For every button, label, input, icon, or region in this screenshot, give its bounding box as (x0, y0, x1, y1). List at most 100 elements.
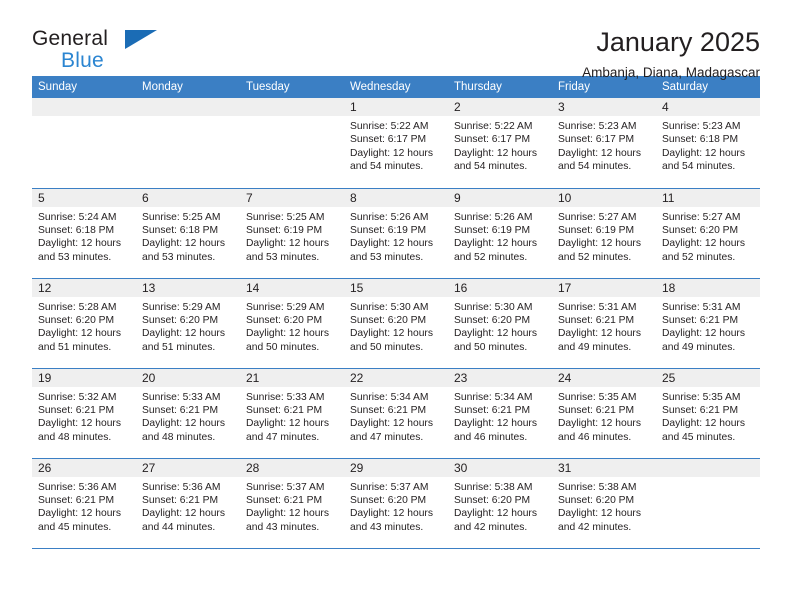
calendar-day-cell[interactable]: 6 Sunrise: 5:25 AM Sunset: 6:18 PM Daylight… (136, 188, 240, 279)
general-blue-logo[interactable]: General Blue (32, 28, 162, 80)
sunset-text: Sunset: 6:21 PM (246, 404, 323, 416)
daylight-text: Daylight: 12 hours and 52 minutes. (558, 238, 641, 263)
calendar-day-cell[interactable]: 22 Sunrise: 5:34 AM Sunset: 6:21 PM Dayligh… (344, 368, 448, 459)
sunrise-sunset-calendar: Sunday Monday Tuesday Wednesday Thursday… (32, 76, 760, 549)
calendar-day-cell[interactable]: 12 Sunrise: 5:28 AM Sunset: 6:20 PM Dayligh… (32, 278, 136, 369)
weekday-header-thursday: Thursday (448, 76, 552, 98)
day-cell-inner: 23 Sunrise: 5:34 AM Sunset: 6:21 PM Dayligh… (448, 368, 552, 458)
day-number: 5 (32, 188, 136, 207)
sunrise-text: Sunrise: 5:30 AM (350, 301, 429, 313)
page-header: General Blue January 2025 Ambanja, Diana… (32, 0, 760, 81)
calendar-day-cell[interactable]: 2 Sunrise: 5:22 AM Sunset: 6:17 PM Daylight… (448, 98, 552, 189)
day-details: Sunrise: 5:38 AM Sunset: 6:20 PM Daylight:… (552, 477, 656, 535)
day-number: 15 (344, 278, 448, 297)
calendar-day-cell[interactable]: 14 Sunrise: 5:29 AM Sunset: 6:20 PM Dayligh… (240, 278, 344, 369)
calendar-day-cell[interactable]: 20 Sunrise: 5:33 AM Sunset: 6:21 PM Dayligh… (136, 368, 240, 459)
day-details: Sunrise: 5:30 AM Sunset: 6:20 PM Daylight:… (344, 297, 448, 355)
sunset-text: Sunset: 6:20 PM (454, 314, 531, 326)
sunrise-text: Sunrise: 5:23 AM (558, 121, 637, 132)
calendar-day-cell[interactable]: 31 Sunrise: 5:38 AM Sunset: 6:20 PM Dayligh… (552, 458, 656, 549)
calendar-day-cell[interactable]: 1 Sunrise: 5:22 AM Sunset: 6:17 PM Daylight… (344, 98, 448, 189)
weekday-header-tuesday: Tuesday (240, 76, 344, 98)
sunset-text: Sunset: 6:20 PM (350, 314, 427, 326)
calendar-day-cell[interactable]: 25 Sunrise: 5:35 AM Sunset: 6:21 PM Dayligh… (656, 368, 760, 459)
day-number (32, 98, 136, 116)
sunrise-text: Sunrise: 5:34 AM (350, 391, 429, 403)
day-number: 20 (136, 368, 240, 387)
day-number: 29 (344, 458, 448, 477)
day-cell-inner: 4 Sunrise: 5:23 AM Sunset: 6:18 PM Daylight… (656, 98, 760, 188)
day-details: Sunrise: 5:27 AM Sunset: 6:20 PM Daylight:… (656, 207, 760, 265)
calendar-day-cell[interactable]: 23 Sunrise: 5:34 AM Sunset: 6:21 PM Dayligh… (448, 368, 552, 459)
calendar-day-cell[interactable]: 5 Sunrise: 5:24 AM Sunset: 6:18 PM Daylight… (32, 188, 136, 279)
calendar-day-cell[interactable]: 9 Sunrise: 5:26 AM Sunset: 6:19 PM Daylight… (448, 188, 552, 279)
calendar-day-cell[interactable]: 4 Sunrise: 5:23 AM Sunset: 6:18 PM Daylight… (656, 98, 760, 189)
sunset-text: Sunset: 6:21 PM (142, 404, 219, 416)
calendar-day-cell[interactable]: 17 Sunrise: 5:31 AM Sunset: 6:21 PM Dayligh… (552, 278, 656, 369)
sunset-text: Sunset: 6:19 PM (246, 224, 323, 236)
day-cell-inner: 20 Sunrise: 5:33 AM Sunset: 6:21 PM Dayligh… (136, 368, 240, 458)
calendar-day-cell[interactable]: 24 Sunrise: 5:35 AM Sunset: 6:21 PM Dayligh… (552, 368, 656, 459)
calendar-day-cell[interactable]: 19 Sunrise: 5:32 AM Sunset: 6:21 PM Dayligh… (32, 368, 136, 459)
sunrise-text: Sunrise: 5:25 AM (246, 211, 325, 223)
logo-text-blue: Blue (61, 49, 104, 72)
day-details: Sunrise: 5:25 AM Sunset: 6:19 PM Daylight:… (240, 207, 344, 265)
calendar-day-cell[interactable]: 3 Sunrise: 5:23 AM Sunset: 6:17 PM Daylight… (552, 98, 656, 189)
day-number: 31 (552, 458, 656, 477)
daylight-text: Daylight: 12 hours and 50 minutes. (350, 328, 433, 353)
daylight-text: Daylight: 12 hours and 47 minutes. (246, 418, 329, 443)
day-details: Sunrise: 5:28 AM Sunset: 6:20 PM Daylight:… (32, 297, 136, 355)
calendar-day-cell[interactable]: 10 Sunrise: 5:27 AM Sunset: 6:19 PM Dayligh… (552, 188, 656, 279)
calendar-day-cell[interactable]: 26 Sunrise: 5:36 AM Sunset: 6:21 PM Dayligh… (32, 458, 136, 549)
calendar-day-cell[interactable]: 21 Sunrise: 5:33 AM Sunset: 6:21 PM Dayligh… (240, 368, 344, 459)
calendar-day-cell[interactable]: 8 Sunrise: 5:26 AM Sunset: 6:19 PM Daylight… (344, 188, 448, 279)
day-details: Sunrise: 5:27 AM Sunset: 6:19 PM Daylight:… (552, 207, 656, 265)
sunset-text: Sunset: 6:21 PM (558, 404, 635, 416)
day-number (136, 98, 240, 116)
day-cell-inner: 26 Sunrise: 5:36 AM Sunset: 6:21 PM Dayligh… (32, 458, 136, 548)
sunrise-text: Sunrise: 5:35 AM (558, 391, 637, 403)
sunrise-text: Sunrise: 5:27 AM (662, 211, 741, 223)
day-cell-inner: 21 Sunrise: 5:33 AM Sunset: 6:21 PM Dayligh… (240, 368, 344, 458)
calendar-day-cell[interactable]: 28 Sunrise: 5:37 AM Sunset: 6:21 PM Dayligh… (240, 458, 344, 549)
day-cell-inner: 13 Sunrise: 5:29 AM Sunset: 6:20 PM Dayligh… (136, 278, 240, 368)
day-number (656, 458, 760, 477)
calendar-day-cell[interactable]: 29 Sunrise: 5:37 AM Sunset: 6:20 PM Dayligh… (344, 458, 448, 549)
sunrise-text: Sunrise: 5:38 AM (454, 481, 533, 493)
sunset-text: Sunset: 6:21 PM (558, 314, 635, 326)
day-cell-inner: 30 Sunrise: 5:38 AM Sunset: 6:20 PM Dayligh… (448, 458, 552, 548)
sunset-text: Sunset: 6:20 PM (558, 494, 635, 506)
calendar-day-cell[interactable]: 16 Sunrise: 5:30 AM Sunset: 6:20 PM Dayligh… (448, 278, 552, 369)
day-details: Sunrise: 5:32 AM Sunset: 6:21 PM Daylight:… (32, 387, 136, 445)
calendar-day-cell[interactable]: 13 Sunrise: 5:29 AM Sunset: 6:20 PM Dayligh… (136, 278, 240, 369)
day-details: Sunrise: 5:22 AM Sunset: 6:17 PM Daylight:… (344, 116, 448, 174)
day-cell-inner: 14 Sunrise: 5:29 AM Sunset: 6:20 PM Dayligh… (240, 278, 344, 368)
calendar-day-cell[interactable]: 30 Sunrise: 5:38 AM Sunset: 6:20 PM Dayligh… (448, 458, 552, 549)
daylight-text: Daylight: 12 hours and 53 minutes. (38, 238, 121, 263)
title-block: January 2025 Ambanja, Diana, Madagascar (582, 28, 760, 81)
daylight-text: Daylight: 12 hours and 46 minutes. (558, 418, 641, 443)
sunset-text: Sunset: 6:17 PM (350, 134, 427, 146)
calendar-day-cell[interactable]: 27 Sunrise: 5:36 AM Sunset: 6:21 PM Dayligh… (136, 458, 240, 549)
day-number: 14 (240, 278, 344, 297)
calendar-day-cell[interactable]: 15 Sunrise: 5:30 AM Sunset: 6:20 PM Dayligh… (344, 278, 448, 369)
day-number: 24 (552, 368, 656, 387)
daylight-text: Daylight: 12 hours and 54 minutes. (454, 147, 537, 173)
calendar-day-cell[interactable]: 18 Sunrise: 5:31 AM Sunset: 6:21 PM Dayligh… (656, 278, 760, 369)
day-cell-inner: 31 Sunrise: 5:38 AM Sunset: 6:20 PM Dayligh… (552, 458, 656, 548)
sunrise-text: Sunrise: 5:26 AM (454, 211, 533, 223)
day-cell-inner (136, 98, 240, 188)
daylight-text: Daylight: 12 hours and 42 minutes. (454, 508, 537, 533)
logo-triangle-icon (125, 30, 157, 49)
day-cell-inner: 3 Sunrise: 5:23 AM Sunset: 6:17 PM Daylight… (552, 98, 656, 188)
daylight-text: Daylight: 12 hours and 49 minutes. (558, 328, 641, 353)
daylight-text: Daylight: 12 hours and 54 minutes. (558, 147, 641, 173)
day-details: Sunrise: 5:22 AM Sunset: 6:17 PM Daylight:… (448, 116, 552, 174)
day-details: Sunrise: 5:25 AM Sunset: 6:18 PM Daylight:… (136, 207, 240, 265)
calendar-day-cell[interactable]: 7 Sunrise: 5:25 AM Sunset: 6:19 PM Daylight… (240, 188, 344, 279)
day-details: Sunrise: 5:37 AM Sunset: 6:21 PM Daylight:… (240, 477, 344, 535)
calendar-day-cell[interactable]: 11 Sunrise: 5:27 AM Sunset: 6:20 PM Dayligh… (656, 188, 760, 279)
day-cell-inner: 7 Sunrise: 5:25 AM Sunset: 6:19 PM Daylight… (240, 188, 344, 278)
calendar-body: 1 Sunrise: 5:22 AM Sunset: 6:17 PM Daylight… (32, 98, 760, 549)
sunrise-text: Sunrise: 5:29 AM (142, 301, 221, 313)
